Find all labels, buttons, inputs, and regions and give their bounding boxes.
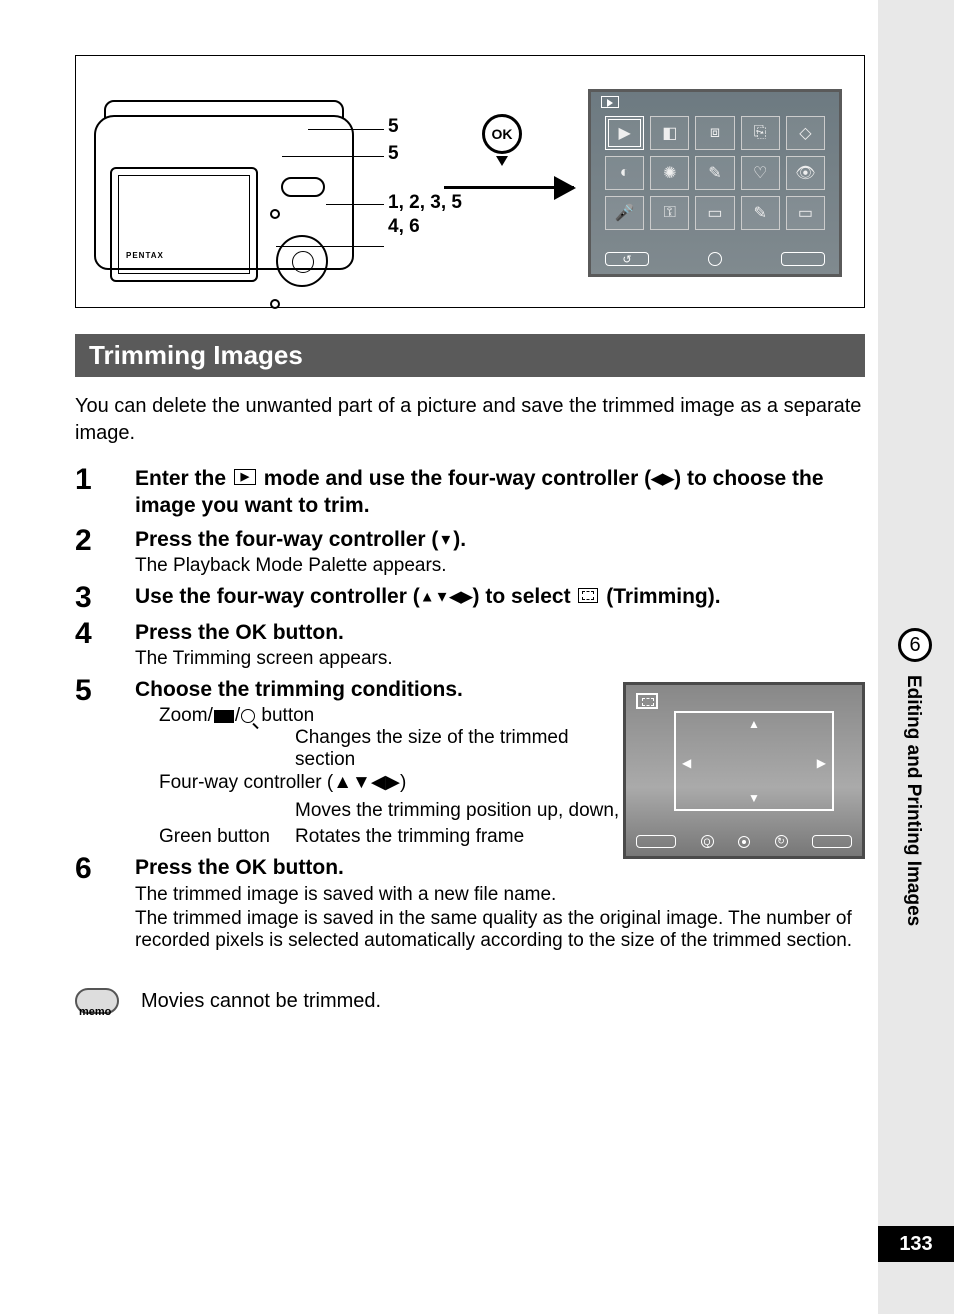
step-4: 4 Press the OK button. The Trimming scre… [75, 619, 865, 670]
sidebar: 6 Editing and Printing Images 133 [878, 0, 954, 1314]
lcd-center-dot-icon [708, 252, 722, 266]
step-3-title: Use the four-way controller (▲▼◀▶) to se… [135, 583, 865, 610]
step-4-sub: The Trimming screen appears. [135, 648, 865, 670]
step-5-controls: Zoom// button Changes the size of the tr… [135, 705, 595, 794]
arrow-down-icon: ▼ [748, 791, 760, 805]
zoom-out-icon [214, 710, 234, 723]
trimming-frame: ▲ ▼ ◀ ▶ [674, 711, 834, 811]
palette-cell-resize: ◧ [650, 116, 689, 150]
camera-illustration: PENTAX [94, 90, 404, 278]
diagram-box: PENTAX 5 5 1, 2, 3, 5 4, 6 OK ▶ ◧ ⧈ ⎘ [75, 55, 865, 308]
step-number: 6 [75, 854, 135, 951]
preview-rotate-icon: ↻ [775, 835, 788, 848]
memo-icon: memo [75, 986, 125, 1026]
callout-5b: 5 [388, 143, 399, 165]
memo-note: memo Movies cannot be trimmed. [75, 986, 865, 1026]
magnifier-icon [241, 709, 255, 723]
playback-mode-icon: ▶ [234, 469, 256, 485]
palette-cell-filter2: ✺ [650, 156, 689, 190]
trimming-icon [578, 588, 598, 603]
step-6-sub2: The trimmed image is saved in the same q… [135, 908, 865, 952]
trimming-preview-icon [636, 693, 658, 709]
step-1: 1 Enter the ▶ mode and use the four-way … [75, 465, 865, 520]
trimming-preview: ▲ ▼ ◀ ▶ Q ↻ [623, 682, 865, 859]
callout-5a: 5 [388, 116, 399, 138]
arrow-right-icon: ▶ [817, 756, 826, 770]
step-number: 3 [75, 583, 135, 613]
palette-cell-movie: ▭ [786, 196, 825, 230]
lcd-soft-left-icon: ↺ [605, 252, 649, 266]
palette-cell-copy: ⎘ [741, 116, 780, 150]
step-1-title: Enter the ▶ mode and use the four-way co… [135, 465, 865, 520]
step-6-sub1: The trimmed image is saved with a new fi… [135, 884, 865, 906]
playback-icon [601, 96, 619, 108]
lcd-palette-preview: ▶ ◧ ⧈ ⎘ ◇ ◐ ✺ ✎ ♡ 👁 🎤 ⚿ ▭ ✎ ▭ ↺ [588, 89, 842, 277]
palette-cell-rotate: ◇ [786, 116, 825, 150]
palette-cell-frame: ♡ [741, 156, 780, 190]
palette-cell-dpof: ▭ [695, 196, 734, 230]
palette-cell-voice: 🎤 [605, 196, 644, 230]
callout-46: 4, 6 [388, 216, 420, 238]
ok-button-icon: OK [482, 114, 522, 154]
step-2-sub: The Playback Mode Palette appears. [135, 555, 865, 577]
step-3: 3 Use the four-way controller (▲▼◀▶) to … [75, 583, 865, 613]
step-6: 6 Press the OK button. The trimmed image… [75, 854, 865, 951]
palette-cell-protect: ⚿ [650, 196, 689, 230]
callout-1235: 1, 2, 3, 5 [388, 192, 462, 214]
palette-cell-redeye: 👁 [786, 156, 825, 190]
camera-brand-label: PENTAX [126, 251, 164, 260]
step-4-title: Press the OK button. [135, 619, 865, 646]
step-2-title: Press the four-way controller (▼). [135, 526, 865, 553]
preview-zoom-icon: Q [701, 835, 714, 848]
chapter-title: Editing and Printing Images [902, 675, 924, 926]
down-triangle-icon [496, 156, 508, 166]
preview-soft-right [812, 835, 852, 848]
step-number: 5 [75, 676, 135, 794]
lcd-soft-right-icon [781, 252, 825, 266]
preview-ok-icon [738, 836, 750, 848]
arrow-left-icon: ◀ [682, 756, 691, 770]
arrow-icon [444, 186, 574, 189]
palette-cell-startup: ✎ [741, 196, 780, 230]
section-title: Trimming Images [75, 334, 865, 377]
step-number: 4 [75, 619, 135, 670]
preview-soft-left [636, 835, 676, 848]
palette-cell-slideshow: ▶ [605, 116, 644, 150]
palette-cell-filter1: ◐ [605, 156, 644, 190]
palette-cell-trimming: ⧈ [695, 116, 734, 150]
memo-text: Movies cannot be trimmed. [141, 986, 381, 1013]
step-5-title: Choose the trimming conditions. [135, 676, 595, 703]
step-number: 2 [75, 526, 135, 577]
page-content: PENTAX 5 5 1, 2, 3, 5 4, 6 OK ▶ ◧ ⧈ ⎘ [75, 55, 865, 1026]
step-number: 1 [75, 465, 135, 520]
intro-text: You can delete the unwanted part of a pi… [75, 393, 865, 447]
chapter-number-badge: 6 [898, 628, 932, 662]
palette-cell-filter3: ✎ [695, 156, 734, 190]
page-number: 133 [878, 1226, 954, 1262]
arrow-up-icon: ▲ [748, 717, 760, 731]
step-5-control-3-label: Green button [159, 826, 295, 848]
step-2: 2 Press the four-way controller (▼). The… [75, 526, 865, 577]
